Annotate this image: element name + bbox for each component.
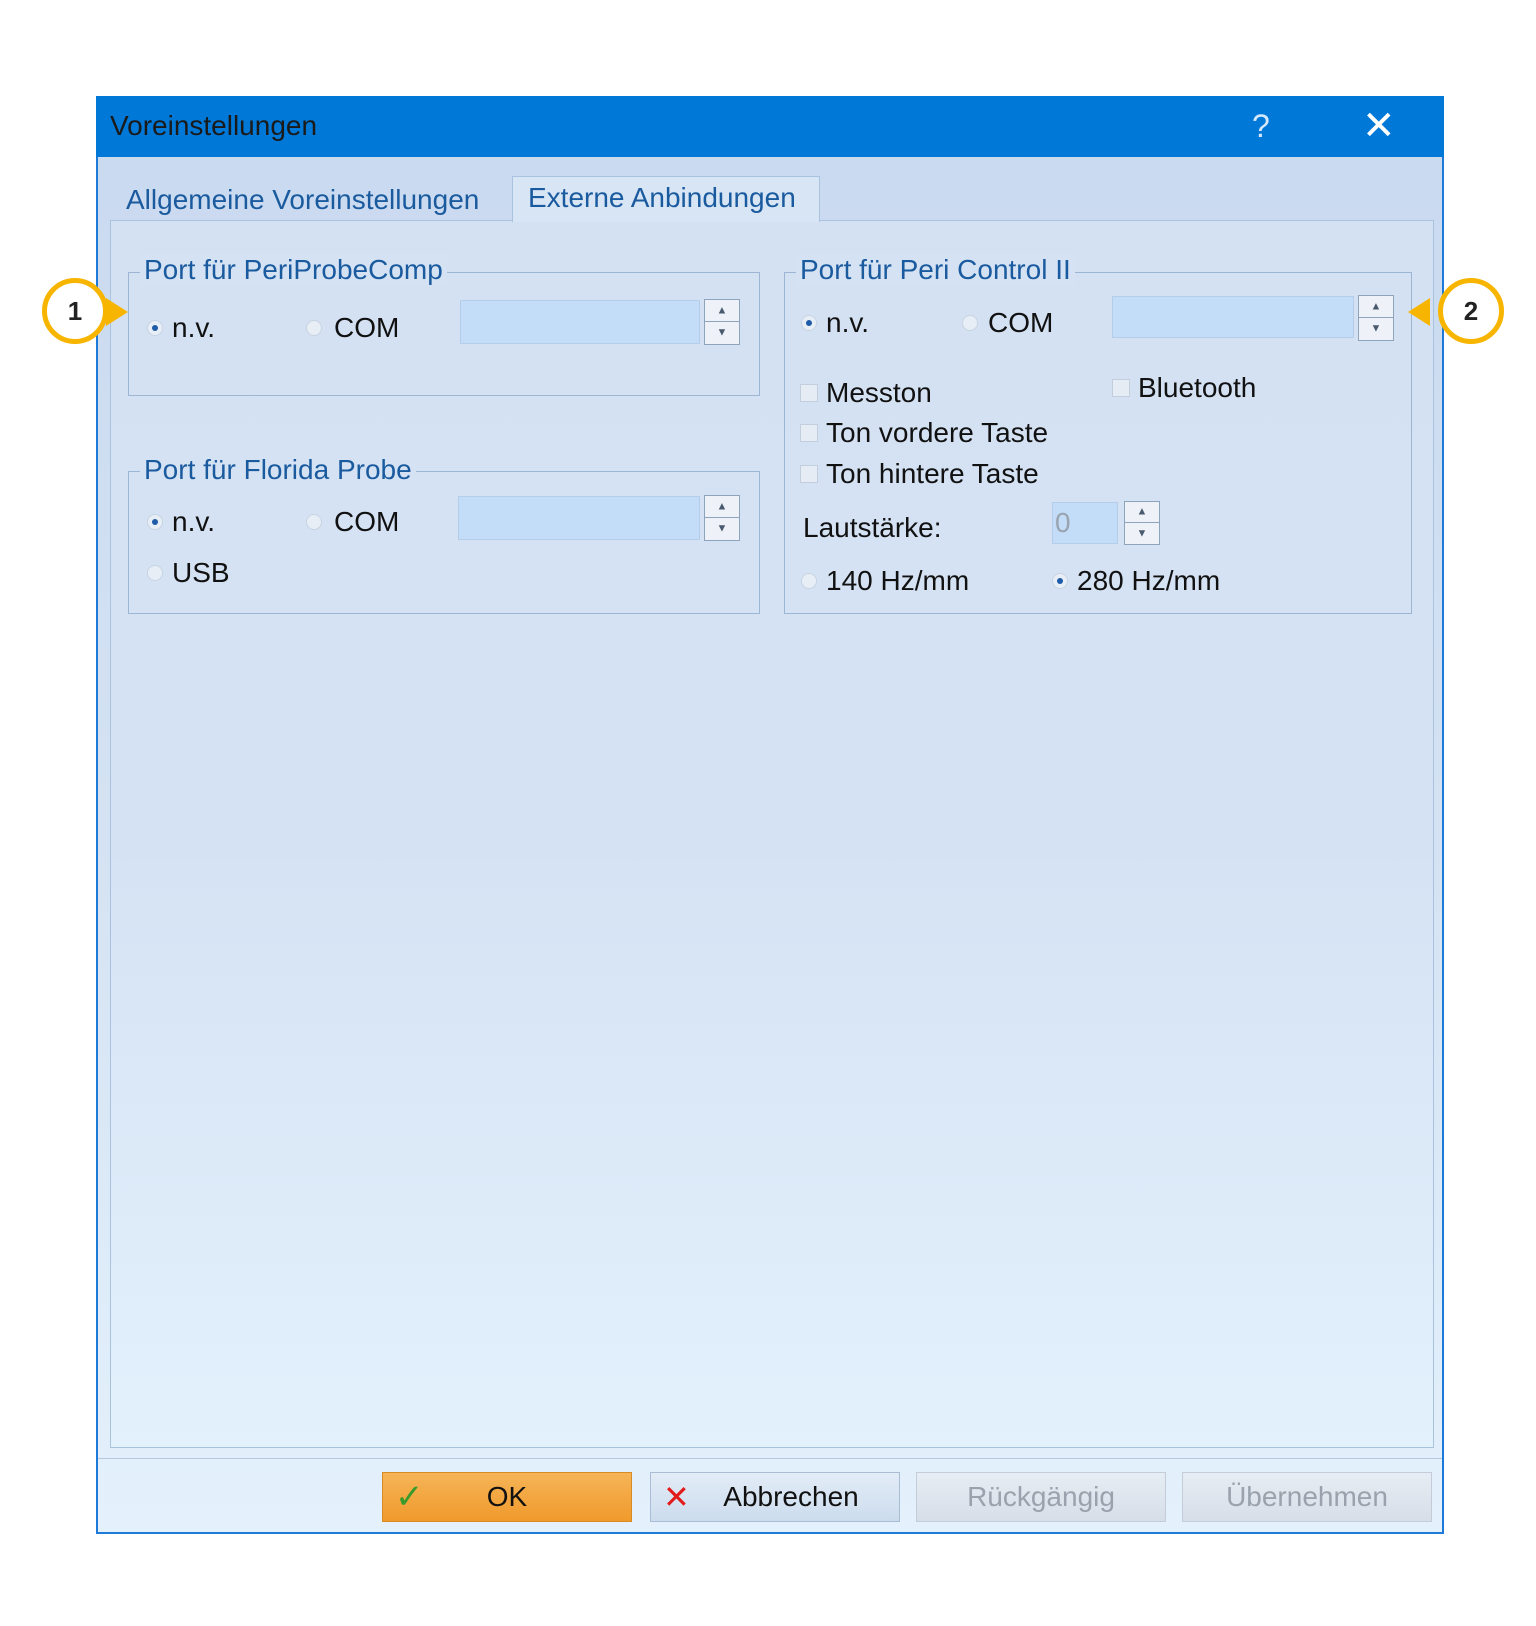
florida-radio-usb-label: USB: [172, 557, 230, 588]
freq-140-label: 140 Hz/mm: [826, 565, 970, 596]
periprobecomp-radio-nv-label: n.v.: [172, 312, 216, 343]
spin-up-button[interactable]: ▲: [1125, 502, 1159, 523]
triangle-down-icon: ▼: [1370, 322, 1382, 335]
ton-hintere-label: Ton hintere Taste: [826, 458, 1039, 489]
triangle-down-icon: ▼: [1136, 527, 1148, 539]
florida-com-spinner[interactable]: ▲ ▼: [704, 495, 740, 541]
freq-280-label: 280 Hz/mm: [1077, 565, 1221, 596]
triangle-up-icon: ▲: [716, 500, 728, 512]
callout-1-badge: 1: [42, 278, 108, 344]
triangle-up-icon: ▲: [716, 304, 728, 316]
triangle-down-icon: ▼: [716, 522, 728, 535]
ok-button-label: OK: [486, 1481, 528, 1512]
callout-1-pointer: [106, 298, 128, 326]
volume-input[interactable]: 0: [1052, 502, 1118, 544]
messton-label: Messton: [826, 377, 932, 408]
pericontrol-radio-nv[interactable]: [801, 315, 817, 331]
volume-label: Lautstärke:: [803, 512, 942, 543]
checkmark-icon: ✓: [395, 1478, 424, 1516]
freq-140-radio[interactable]: [801, 573, 817, 589]
triangle-down-icon: ▼: [716, 326, 728, 339]
bluetooth-checkbox[interactable]: [1112, 379, 1130, 397]
spin-down-button[interactable]: ▼: [705, 518, 739, 540]
volume-spinner[interactable]: ▲ ▼: [1124, 501, 1160, 545]
window-title: Voreinstellungen: [110, 110, 318, 141]
messton-checkbox[interactable]: [800, 384, 818, 402]
periprobecomp-com-input[interactable]: [460, 300, 700, 344]
florida-radio-nv-label: n.v.: [172, 506, 216, 537]
florida-radio-nv[interactable]: [147, 514, 163, 530]
cancel-button-label: Abbrechen: [723, 1481, 859, 1512]
ton-vordere-label: Ton vordere Taste: [826, 417, 1049, 448]
bluetooth-label: Bluetooth: [1138, 372, 1257, 403]
apply-button[interactable]: Übernehmen: [1182, 1472, 1432, 1522]
florida-radio-com-label: COM: [334, 506, 400, 537]
cancel-button[interactable]: ✕ Abbrechen: [650, 1472, 900, 1522]
tab-allgemeine-voreinstellungen[interactable]: Allgemeine Voreinstellungen: [126, 184, 479, 216]
tab-externe-anbindungen[interactable]: Externe Anbindungen: [528, 182, 796, 214]
florida-radio-usb[interactable]: [147, 565, 163, 581]
ton-vordere-checkbox[interactable]: [800, 424, 818, 442]
help-icon[interactable]: ?: [1252, 108, 1270, 145]
ok-button[interactable]: ✓ OK: [382, 1472, 632, 1522]
periprobecomp-radio-nv[interactable]: [147, 320, 163, 336]
pericontrol-com-spinner[interactable]: ▲ ▼: [1358, 295, 1394, 341]
florida-com-input[interactable]: [458, 496, 700, 540]
pericontrol-com-input[interactable]: [1112, 296, 1354, 338]
callout-2-badge: 2: [1438, 278, 1504, 344]
pericontrol-radio-nv-label: n.v.: [826, 307, 870, 338]
ton-hintere-checkbox[interactable]: [800, 465, 818, 483]
spin-up-button[interactable]: ▲: [1359, 296, 1393, 318]
group-florida-probe: [128, 471, 760, 614]
group-florida-legend: Port für Florida Probe: [140, 454, 416, 486]
spin-down-button[interactable]: ▼: [705, 322, 739, 344]
cross-icon: ✕: [663, 1479, 690, 1515]
group-peri-control-legend: Port für Peri Control II: [796, 254, 1075, 286]
spin-up-button[interactable]: ▲: [705, 496, 739, 518]
spin-up-button[interactable]: ▲: [705, 300, 739, 322]
undo-button[interactable]: Rückgängig: [916, 1472, 1166, 1522]
group-periprobecomp-legend: Port für PeriProbeComp: [140, 254, 447, 286]
callout-2-pointer: [1408, 298, 1430, 326]
periprobecomp-radio-com-label: COM: [334, 312, 400, 343]
pericontrol-radio-com-label: COM: [988, 307, 1054, 338]
footer-divider: [98, 1458, 1442, 1459]
pericontrol-radio-com[interactable]: [962, 315, 978, 331]
triangle-up-icon: ▲: [1370, 300, 1382, 312]
close-icon[interactable]: ✕: [1362, 102, 1396, 150]
periprobecomp-radio-com[interactable]: [306, 320, 322, 336]
florida-radio-com[interactable]: [306, 514, 322, 530]
triangle-up-icon: ▲: [1136, 505, 1148, 518]
spin-down-button[interactable]: ▼: [1359, 318, 1393, 340]
spin-down-button[interactable]: ▼: [1125, 523, 1159, 544]
periprobecomp-com-spinner[interactable]: ▲ ▼: [704, 299, 740, 345]
freq-280-radio[interactable]: [1052, 573, 1068, 589]
